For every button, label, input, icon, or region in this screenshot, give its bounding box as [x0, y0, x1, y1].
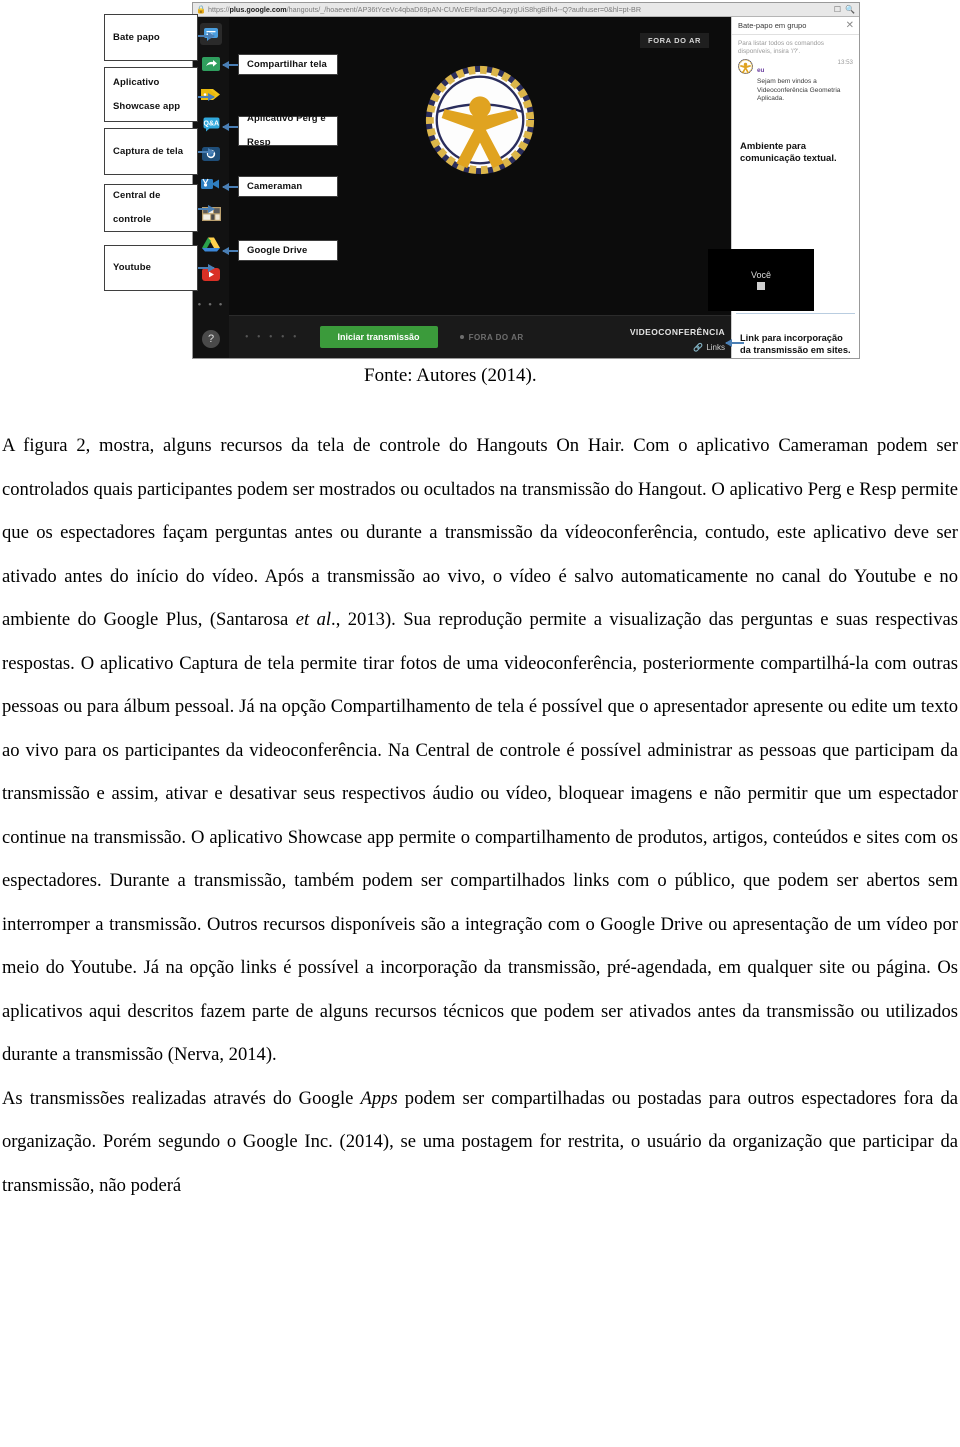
callout-link-incorporacao: Link para incorporação da transmissão em…: [740, 333, 851, 355]
svg-text:Q&A: Q&A: [203, 120, 219, 127]
callout-arrow-captura: [198, 148, 215, 156]
cameraman-icon[interactable]: [200, 173, 222, 195]
callout-bate-papo: Bate papo: [104, 14, 198, 61]
chat-message-body: 13:53 eu Sejam bem vindos a Videoconferê…: [757, 59, 853, 104]
paragraph-1: A figura 2, mostra, alguns recursos da t…: [2, 424, 958, 1077]
url-bar-actions[interactable]: ☐ 🔍: [834, 5, 855, 14]
self-video-mini-icon: [757, 282, 765, 290]
chat-panel-header: Bate-papo em grupo ✕: [732, 17, 859, 35]
callout-arrow-youtube: [198, 264, 215, 272]
paragraph-1-part-a: A figura 2, mostra, alguns recursos da t…: [2, 435, 958, 630]
callout-showcase: Aplicativo Showcase app: [104, 67, 198, 122]
chat-message-time: 13:53: [837, 59, 853, 66]
presenter-avatar: [421, 61, 539, 179]
callout-arrow-central: [198, 205, 215, 213]
close-icon[interactable]: ✕: [846, 20, 854, 30]
paragraph-1-part-b: ., 2013). Sua reprodução permite a visua…: [2, 609, 959, 1065]
figure-hangouts-screenshot: 🔒 https://plus.google.com/hangouts/_/hoa…: [96, 2, 860, 359]
offair-badge: FORA DO AR: [640, 33, 709, 48]
broadcast-status: FORA DO AR: [459, 332, 524, 342]
avatar: [738, 59, 753, 74]
chat-commands-hint: Para listar todos os comandos disponívei…: [738, 40, 824, 55]
start-broadcast-button[interactable]: Iniciar transmissão: [319, 326, 438, 348]
callout-arrow-cameraman: [222, 183, 238, 191]
chat-message: 13:53 eu Sejam bem vindos a Videoconferê…: [732, 59, 859, 104]
callout-captura-de-tela: Captura de tela: [104, 128, 198, 175]
callout-ambiente-textual: Ambiente para comunicação textual.: [740, 141, 837, 164]
callout-compartilhar-tela: Compartilhar tela: [238, 54, 338, 75]
callout-central-de-controle: Central de controle: [104, 184, 198, 232]
url-text: https://plus.google.com/hangouts/_/hoaev…: [207, 5, 642, 14]
q-and-a-icon[interactable]: Q&A: [200, 113, 222, 135]
self-video-thumbnail[interactable]: Você: [708, 249, 814, 311]
status-dot-icon: [459, 335, 464, 339]
paragraph-2-part-a: As transmissões realizadas através do Go…: [2, 1087, 361, 1109]
callout-google-drive: Google Drive: [238, 240, 338, 261]
self-video-label: Você: [750, 270, 772, 280]
paragraph-2-italic: Apps: [360, 1087, 398, 1109]
callout-arrow-bate-papo: [198, 32, 215, 40]
chat-divider: [736, 313, 855, 314]
callout-youtube: Youtube: [104, 245, 198, 291]
broadcast-status-label: FORA DO AR: [468, 332, 524, 342]
videoconference-label: VIDEOCONFERÊNCIA: [629, 327, 725, 337]
restore-window-icon[interactable]: ☐: [834, 5, 841, 14]
callout-arrow-compartilhar: [222, 61, 238, 69]
paragraph-2: As transmissões realizadas através do Go…: [2, 1077, 958, 1208]
document-body-text: A figura 2, mostra, alguns recursos da t…: [2, 424, 958, 1207]
callout-arrow-perg-resp: [222, 123, 238, 131]
search-icon[interactable]: 🔍: [845, 5, 855, 14]
google-drive-icon[interactable]: [200, 233, 222, 255]
bottom-dots-icon: • • • • •: [245, 331, 300, 343]
rail-more-icon[interactable]: • • •: [197, 299, 224, 311]
broadcast-bottom-bar: • • • • • Iniciar transmissão FORA DO AR…: [229, 315, 731, 358]
screenshare-icon[interactable]: [200, 53, 222, 75]
figure-source-caption: Fonte: Autores (2014).: [364, 365, 537, 386]
links-button[interactable]: 🔗 Links: [630, 343, 725, 352]
broadcast-links-area: VIDEOCONFERÊNCIA 🔗 Links: [630, 322, 725, 352]
links-label: Links: [706, 343, 725, 352]
chat-panel-title: Bate-papo em grupo: [738, 21, 807, 30]
paragraph-1-italic: et al: [295, 609, 332, 630]
callout-cameraman: Cameraman: [238, 176, 338, 197]
callout-arrow-showcase: [198, 93, 215, 101]
chat-message-author: eu: [757, 67, 765, 74]
callout-arrow-google-drive: [222, 247, 238, 255]
chat-message-text: Sejam bem vindos a Videoconferência Geom…: [757, 78, 841, 102]
browser-url-bar[interactable]: 🔒 https://plus.google.com/hangouts/_/hoa…: [193, 3, 859, 17]
lock-icon: 🔒: [196, 5, 206, 14]
help-icon[interactable]: ?: [202, 330, 220, 348]
callout-perg-resp: Aplicativo Perg e Resp: [238, 113, 338, 148]
callout-arrow-links: [725, 339, 744, 347]
link-chain-icon: 🔗: [693, 343, 704, 352]
